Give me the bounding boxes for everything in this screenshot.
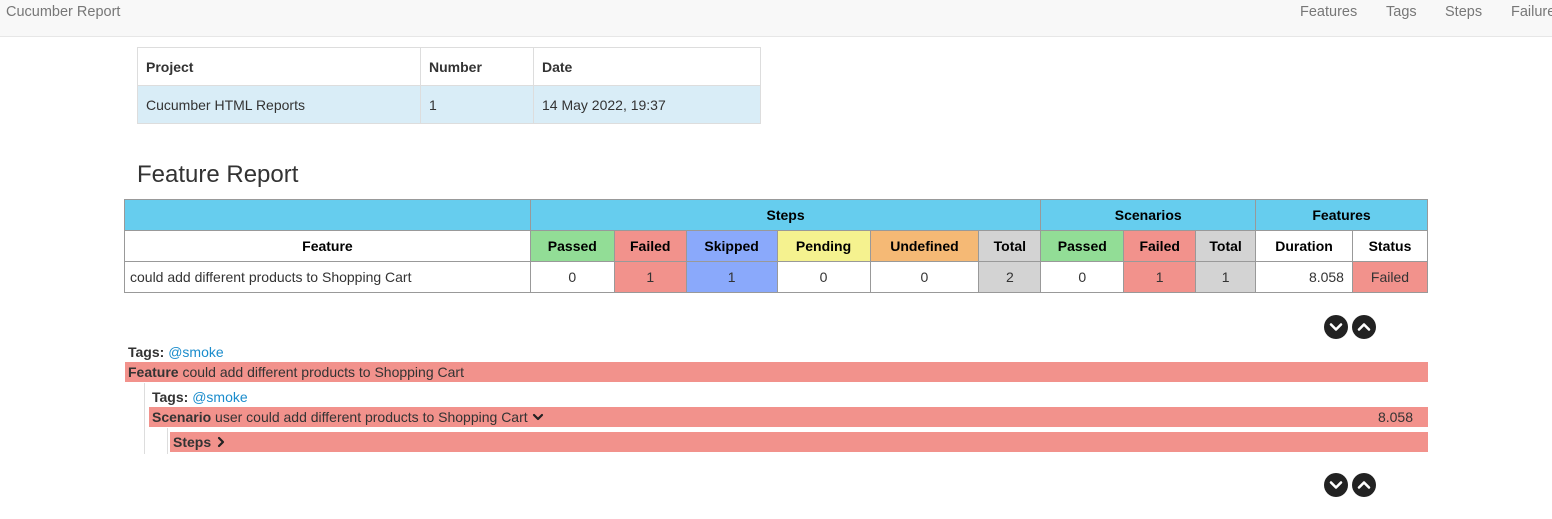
chevron-right-icon[interactable] — [215, 433, 227, 453]
col-header-duration[interactable]: Duration — [1255, 230, 1353, 262]
feature-name: could add different products to Shopping… — [182, 364, 464, 380]
col-header-scenarios-total[interactable]: Total — [1195, 230, 1257, 262]
col-header-feature[interactable]: Feature — [124, 230, 531, 262]
chevron-down-circle-icon — [1329, 481, 1343, 489]
status-cell: Failed — [1351, 261, 1429, 293]
feature-indent-line — [144, 383, 145, 454]
feature-name-cell[interactable]: could add different products to Shopping… — [124, 261, 531, 293]
chevron-up-circle-icon — [1357, 481, 1371, 489]
info-header-number: Number — [420, 47, 534, 86]
scenario-tag-link[interactable]: @smoke — [192, 389, 247, 405]
feature-keyword: Feature — [128, 364, 179, 380]
steps-pending-cell: 0 — [776, 261, 871, 293]
col-header-scenarios-passed[interactable]: Passed — [1040, 230, 1125, 262]
nav-link-steps[interactable]: Steps — [1445, 4, 1482, 20]
expand-all-button[interactable] — [1324, 473, 1348, 497]
feature-stats-table: Steps Scenarios Features Feature Passed … — [124, 199, 1429, 293]
scenario-duration: 8.058 — [1377, 409, 1413, 425]
info-number-value: 1 — [420, 85, 534, 124]
nav-link-tags[interactable]: Tags — [1386, 4, 1417, 20]
chevron-up-circle-icon — [1357, 323, 1371, 331]
col-header-steps-failed[interactable]: Failed — [613, 230, 687, 262]
group-header-steps: Steps — [529, 199, 1042, 231]
duration-cell: 8.058 — [1255, 261, 1353, 293]
navbar: Cucumber Report Features Tags Steps Fail… — [0, 0, 1552, 37]
col-header-steps-skipped[interactable]: Skipped — [685, 230, 778, 262]
group-header-scenarios: Scenarios — [1040, 199, 1257, 231]
table-row: could add different products to Shopping… — [124, 261, 1429, 293]
col-header-steps-pending[interactable]: Pending — [776, 230, 871, 262]
steps-passed-cell: 0 — [529, 261, 615, 293]
scenario-bar[interactable]: Scenario user could add different produc… — [149, 407, 1428, 427]
col-header-steps-total[interactable]: Total — [978, 230, 1042, 262]
expand-all-button[interactable] — [1324, 315, 1348, 339]
col-header-steps-passed[interactable]: Passed — [529, 230, 615, 262]
navbar-brand[interactable]: Cucumber Report — [6, 4, 120, 20]
steps-failed-cell: 1 — [613, 261, 687, 293]
scenario-indent-line — [167, 428, 168, 454]
feature-tags: Tags: @smoke — [128, 344, 224, 360]
feature-tag-link[interactable]: @smoke — [168, 344, 223, 360]
chevron-down-icon[interactable] — [532, 408, 544, 428]
tags-label: Tags: — [128, 344, 165, 360]
scenarios-failed-cell: 1 — [1123, 261, 1197, 293]
group-header-features: Features — [1255, 199, 1428, 231]
report-info-table: Project Number Date Cucumber HTML Report… — [137, 47, 761, 124]
steps-label: Steps — [173, 434, 212, 450]
nav-link-failures[interactable]: Failures — [1511, 4, 1552, 20]
col-header-status[interactable]: Status — [1351, 230, 1429, 262]
group-header-empty — [124, 199, 531, 231]
scenarios-total-cell: 1 — [1195, 261, 1257, 293]
scenario-keyword: Scenario — [152, 409, 212, 425]
info-project-value: Cucumber HTML Reports — [137, 85, 421, 124]
steps-total-cell: 2 — [978, 261, 1042, 293]
info-header-project: Project — [137, 47, 421, 86]
steps-bar[interactable]: Steps — [170, 432, 1428, 452]
col-header-steps-undefined[interactable]: Undefined — [869, 230, 980, 262]
steps-skipped-cell: 1 — [685, 261, 778, 293]
page-title: Feature Report — [137, 161, 299, 188]
scenario-name: user could add different products to Sho… — [215, 409, 528, 425]
scenario-tags: Tags: @smoke — [152, 389, 248, 405]
table-row: Cucumber HTML Reports 1 14 May 2022, 19:… — [137, 85, 761, 124]
scenarios-passed-cell: 0 — [1040, 261, 1125, 293]
collapse-all-button[interactable] — [1352, 473, 1376, 497]
info-header-date: Date — [533, 47, 761, 86]
steps-undefined-cell: 0 — [869, 261, 980, 293]
feature-bar[interactable]: Feature could add different products to … — [125, 362, 1428, 382]
nav-link-features[interactable]: Features — [1300, 4, 1357, 20]
collapse-all-button[interactable] — [1352, 315, 1376, 339]
info-date-value: 14 May 2022, 19:37 — [533, 85, 761, 124]
col-header-scenarios-failed[interactable]: Failed — [1123, 230, 1197, 262]
tags-label: Tags: — [152, 389, 189, 405]
chevron-down-circle-icon — [1329, 323, 1343, 331]
